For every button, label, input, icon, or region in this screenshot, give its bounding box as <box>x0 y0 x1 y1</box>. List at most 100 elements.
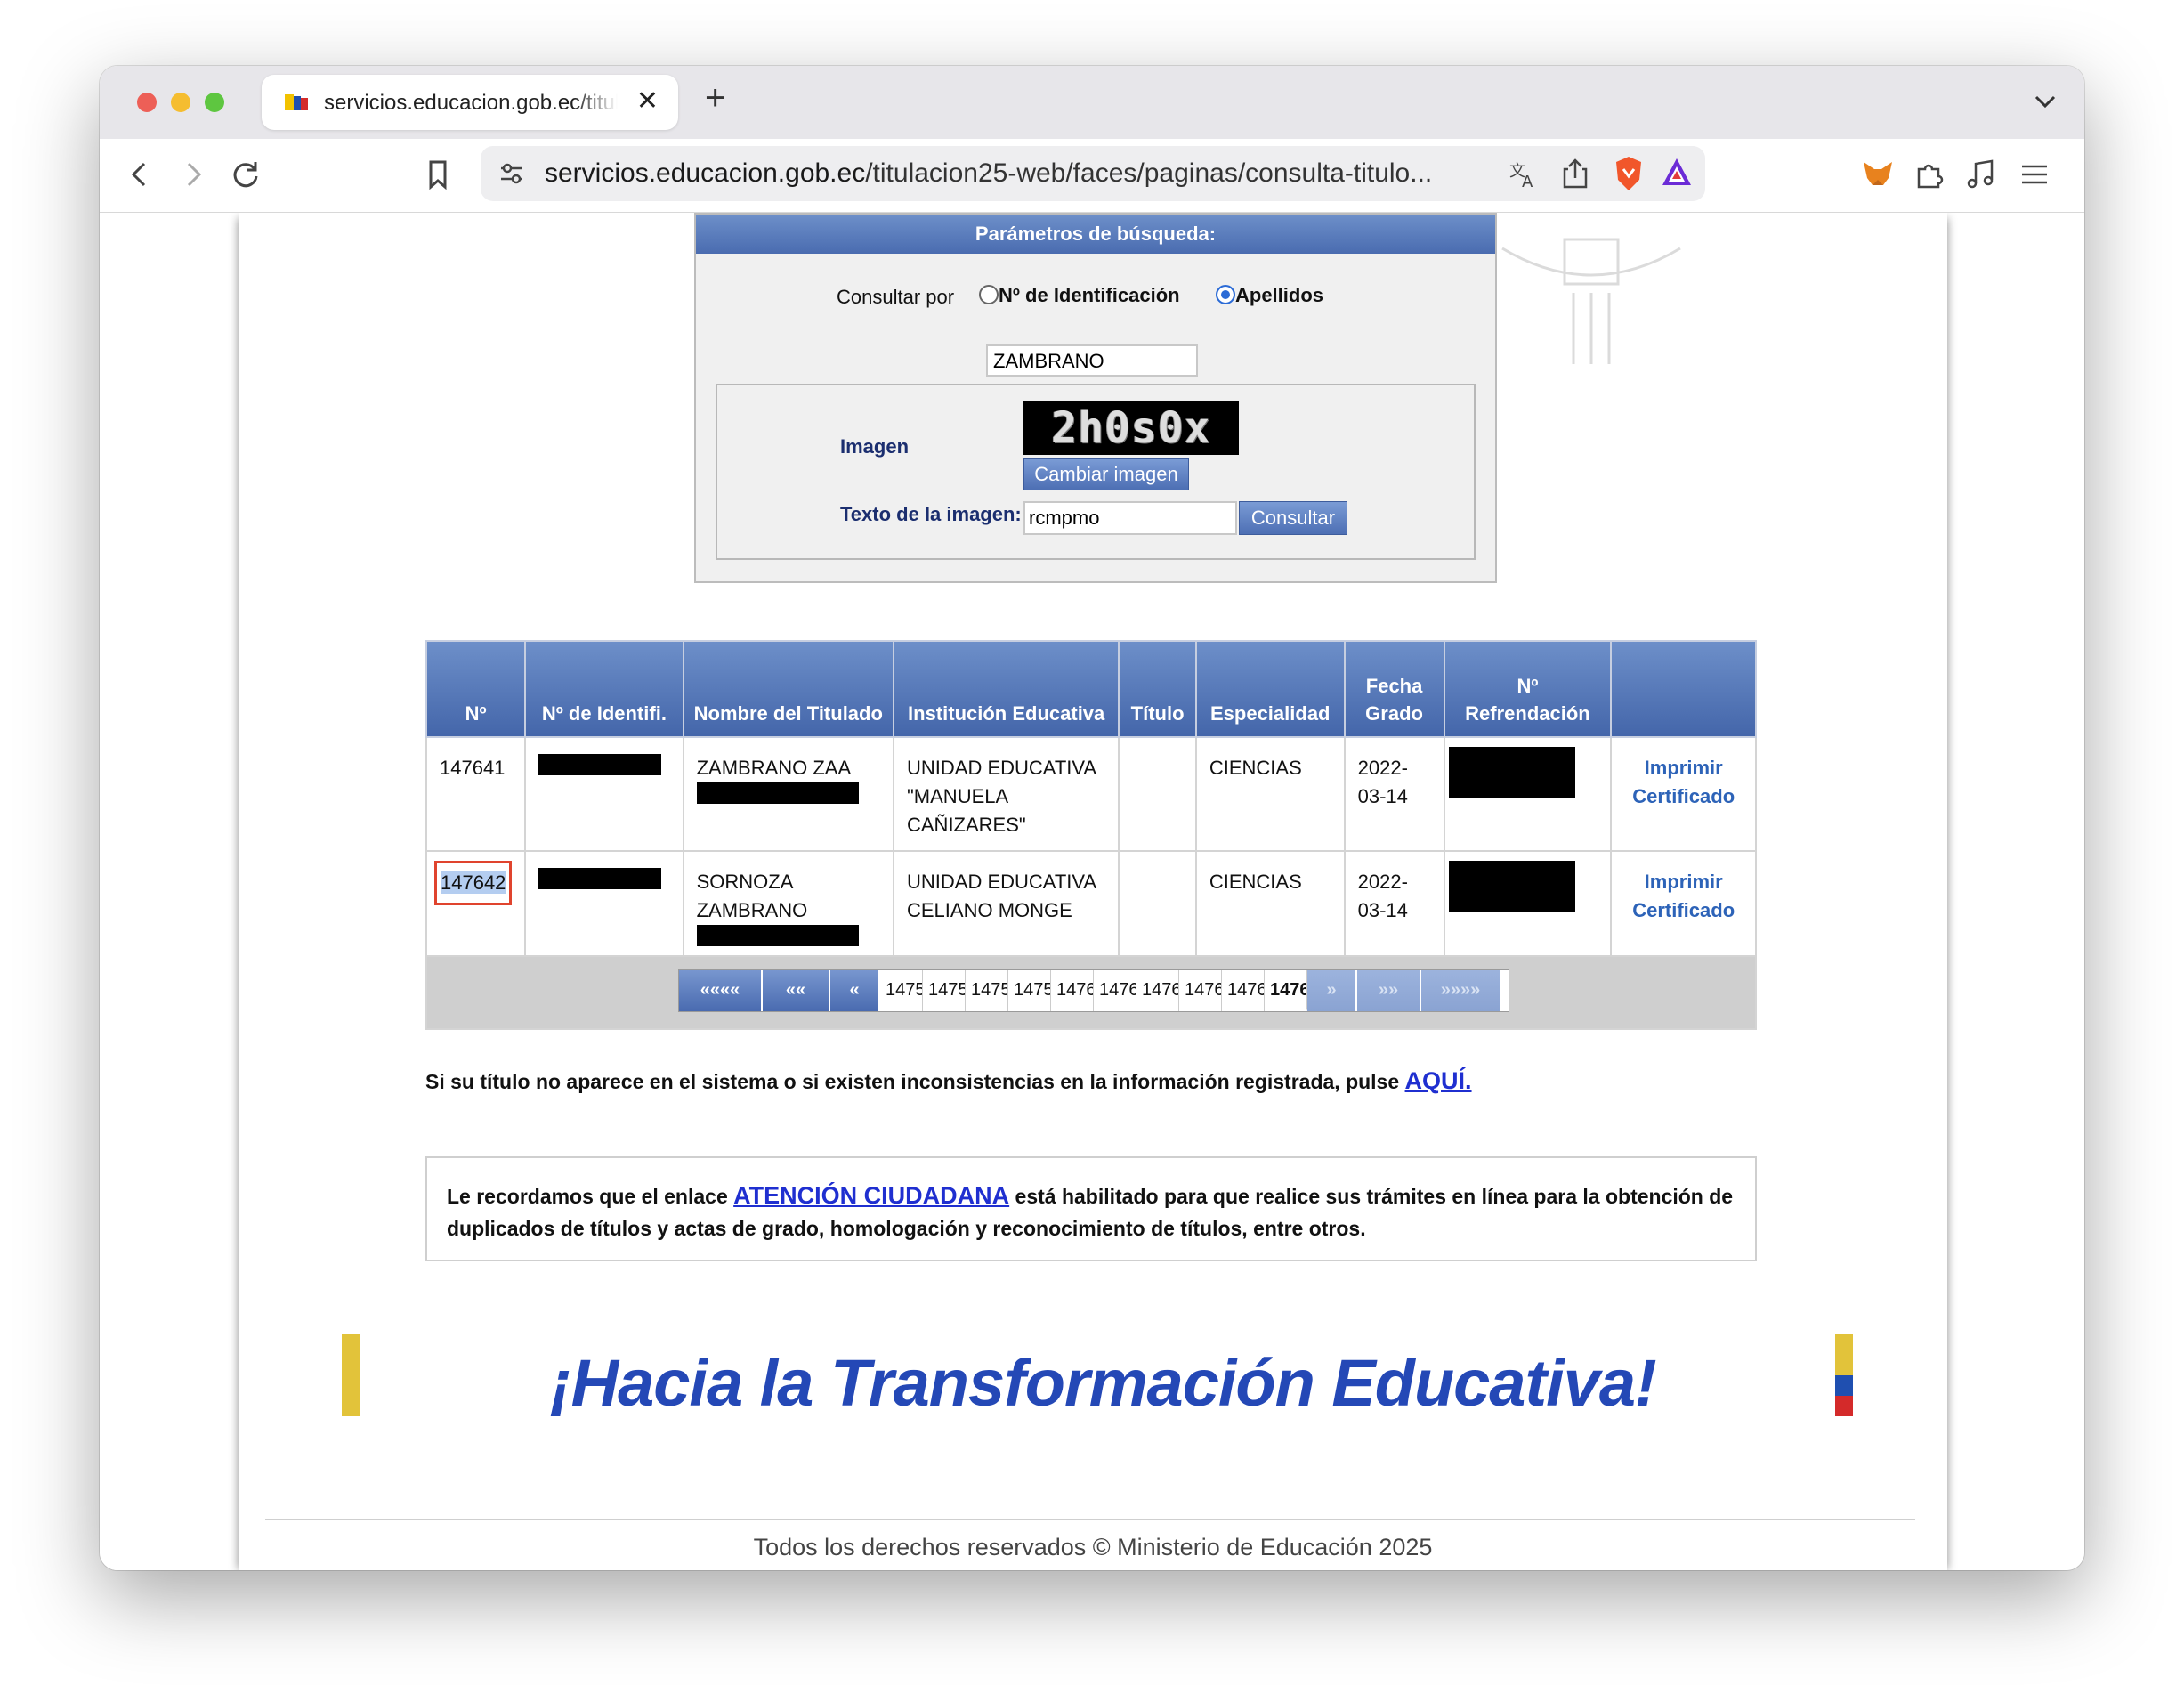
footer-copyright: Todos los derechos reservados © Minister… <box>753 1534 1433 1560</box>
search-parameters-panel: Parámetros de búsqueda: Consultar por Nº… <box>694 213 1497 583</box>
highlight-box: 147642 <box>434 861 513 905</box>
consultar-por-label: Consultar por <box>837 286 955 308</box>
page-number[interactable]: 1475 <box>880 970 923 1011</box>
share-icon[interactable] <box>1559 157 1591 190</box>
radio-identificacion-label[interactable]: Nº de Identificación <box>999 284 1180 306</box>
page-number[interactable]: 1475 <box>1008 970 1051 1011</box>
right-flag-bar <box>1835 1334 1853 1416</box>
aqui-link[interactable]: AQUÍ. <box>1405 1067 1472 1094</box>
cell-especialidad: CIENCIAS <box>1194 850 1346 966</box>
selected-num-text[interactable]: 147642 <box>441 871 506 894</box>
ministry-favicon-icon <box>285 94 308 110</box>
next-fast-button[interactable]: »» <box>1357 970 1421 1011</box>
address-bar[interactable]: servicios.educacion.gob.ec/titulacion25-… <box>481 146 1705 201</box>
pagination-bar: «««« «« « 1475 1475 1475 1475 1476 1476 … <box>678 969 1509 1012</box>
cell-name: SORNOZA ZAMBRANO <box>682 850 895 966</box>
cell-fecha: 2022-03-14 <box>1343 850 1445 966</box>
radio-identificacion-circle[interactable] <box>979 285 999 304</box>
minimize-window-button[interactable] <box>171 93 190 112</box>
captcha-input[interactable]: rcmpmo <box>1023 501 1237 535</box>
slogan-banner: ¡Hacia la Transformación Educativa! <box>550 1346 1657 1420</box>
name-text: SORNOZA ZAMBRANO <box>696 871 808 921</box>
extensions-puzzle-icon[interactable] <box>1912 157 1947 192</box>
new-tab-icon[interactable]: + <box>705 78 725 118</box>
col-header-name: Nombre del Titulado <box>682 640 895 738</box>
url-host: servicios.educacion.gob.ec <box>545 158 866 188</box>
redaction-block <box>1448 747 1575 798</box>
close-window-button[interactable] <box>137 93 157 112</box>
col-header-num: Nº <box>425 640 527 738</box>
page-number[interactable]: 1476 <box>1094 970 1136 1011</box>
redaction-block <box>538 868 662 889</box>
radio-apellidos-circle[interactable] <box>1216 285 1235 304</box>
redaction-block <box>1448 861 1575 912</box>
cell-num: 147642 <box>425 850 527 966</box>
table-header-row: Nº Nº de Identifi. Nombre del Titulado I… <box>425 640 1757 738</box>
search-panel-header: Parámetros de búsqueda: <box>696 215 1495 254</box>
footer-divider <box>265 1519 1915 1520</box>
radio-apellidos[interactable]: Apellidos <box>1216 284 1323 307</box>
pagination-row: «««« «« « 1475 1475 1475 1475 1476 1476 … <box>425 955 1757 1030</box>
next-page-button[interactable]: » <box>1307 970 1357 1011</box>
reload-icon[interactable] <box>228 157 263 192</box>
url-text[interactable]: servicios.educacion.gob.ec/titulacion25-… <box>545 158 1432 189</box>
cell-id <box>524 850 684 966</box>
radio-identificacion[interactable]: Nº de Identificación <box>979 284 1180 307</box>
browser-tab[interactable]: servicios.educacion.gob.ec/titulacion25-… <box>262 75 678 130</box>
metamask-fox-icon[interactable] <box>1860 157 1896 192</box>
browser-window: servicios.educacion.gob.ec/titulacion25-… <box>100 66 2084 1570</box>
page-number[interactable]: 1475 <box>923 970 966 1011</box>
page-number[interactable]: 1476 <box>1136 970 1179 1011</box>
first-page-button[interactable]: «««« <box>679 970 763 1011</box>
browser-toolbar: servicios.educacion.gob.ec/titulacion25-… <box>100 139 2084 213</box>
table-row: 147642 SORNOZA ZAMBRANO UNIDAD EDUCATIVA… <box>425 850 1757 966</box>
change-image-button[interactable]: Cambiar imagen <box>1023 458 1189 490</box>
radio-apellidos-label[interactable]: Apellidos <box>1235 284 1323 306</box>
col-header-id: Nº de Identifi. <box>524 640 684 738</box>
print-certificate-link[interactable]: Imprimir Certificado <box>1610 736 1757 852</box>
chevron-down-icon[interactable] <box>2027 84 2063 119</box>
reminder-text-before: Le recordamos que el enlace <box>447 1185 728 1208</box>
page-number[interactable]: 1476 <box>1222 970 1265 1011</box>
cell-fecha: 2022-03-14 <box>1343 736 1445 852</box>
svg-text:A: A <box>1522 173 1533 190</box>
prev-page-button[interactable]: « <box>830 970 880 1011</box>
notice-text: Si su título no aparece en el sistema o … <box>425 1070 1400 1093</box>
media-music-icon[interactable] <box>1963 157 1999 192</box>
page-number[interactable]: 1476 <box>1051 970 1094 1011</box>
hamburger-menu-icon[interactable] <box>2017 157 2052 192</box>
missing-title-notice: Si su título no aparece en el sistema o … <box>425 1067 1472 1095</box>
translate-icon[interactable]: 文 A <box>1508 158 1540 190</box>
title-bar: servicios.educacion.gob.ec/titulacion25-… <box>100 66 2084 139</box>
print-certificate-link[interactable]: Imprimir Certificado <box>1610 850 1757 966</box>
last-page-button[interactable]: »»»» <box>1421 970 1500 1011</box>
page-number[interactable]: 1476 <box>1179 970 1222 1011</box>
brave-shield-icon[interactable] <box>1611 155 1646 192</box>
surname-input[interactable]: ZAMBRANO <box>986 344 1198 377</box>
page-column: Parámetros de búsqueda: Consultar por Nº… <box>239 213 1947 1570</box>
site-settings-icon[interactable] <box>497 158 527 189</box>
current-page-number: 1476 <box>1265 970 1307 1011</box>
name-text: ZAMBRANO ZAA <box>696 757 852 779</box>
redaction-block <box>696 925 859 946</box>
citizen-service-reminder: Le recordamos que el enlace ATENCIÓN CIU… <box>425 1156 1757 1261</box>
table-row: 147641 ZAMBRANO ZAA UNIDAD EDUCATIVA "MA… <box>425 736 1757 852</box>
consultar-button[interactable]: Consultar <box>1239 501 1347 535</box>
zoom-window-button[interactable] <box>205 93 224 112</box>
cell-titulo <box>1118 850 1197 966</box>
back-arrow-icon[interactable] <box>123 157 158 192</box>
tab-close-icon[interactable]: ✕ <box>636 85 659 117</box>
redaction-block <box>538 754 662 775</box>
atencion-ciudadana-link[interactable]: ATENCIÓN CIUDADANA <box>733 1182 1009 1209</box>
forward-arrow-icon[interactable] <box>174 157 210 192</box>
col-header-titulo: Título <box>1118 640 1197 738</box>
cell-refrendacion <box>1443 850 1613 966</box>
prev-fast-button[interactable]: «« <box>763 970 830 1011</box>
brave-rewards-icon[interactable] <box>1659 155 1695 190</box>
bookmark-icon[interactable] <box>420 157 456 192</box>
page-viewport: Parámetros de búsqueda: Consultar por Nº… <box>100 213 2084 1570</box>
results-table: Nº Nº de Identifi. Nombre del Titulado I… <box>425 640 1757 966</box>
page-number[interactable]: 1475 <box>966 970 1008 1011</box>
left-flag-bar <box>342 1334 360 1416</box>
cell-institution: UNIDAD EDUCATIVA CELIANO MONGE <box>892 850 1120 966</box>
